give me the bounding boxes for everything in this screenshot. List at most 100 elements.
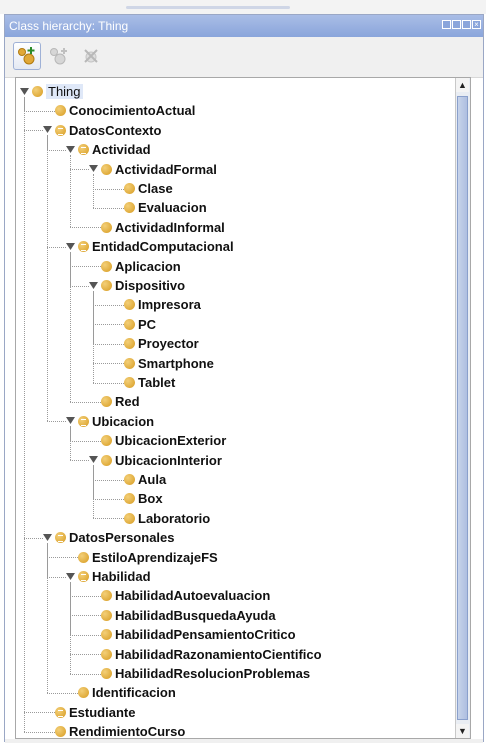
tree-connector	[70, 426, 71, 461]
scroll-down-icon[interactable]: ▼	[456, 724, 469, 738]
class-icon	[101, 221, 112, 233]
expand-toggle-icon[interactable]	[89, 456, 98, 464]
tree-node[interactable]: UbicacionExterior	[89, 431, 226, 450]
top-strip	[0, 0, 486, 14]
tree-node[interactable]: Clase	[112, 179, 173, 198]
defined-class-icon	[55, 124, 66, 136]
class-icon	[124, 377, 135, 388]
tree-node[interactable]: ConocimientoActual	[43, 101, 195, 120]
defined-class-icon	[78, 571, 89, 582]
tree-connector	[70, 251, 71, 402]
node-label: HabilidadResolucionProblemas	[115, 666, 311, 681]
expand-toggle-icon[interactable]	[66, 145, 75, 154]
tree-connector	[24, 130, 43, 132]
expand-toggle-icon[interactable]	[89, 165, 98, 173]
tree-node[interactable]: DatosContexto	[43, 121, 161, 140]
expand-toggle-icon[interactable]	[66, 242, 75, 251]
defined-class-icon	[55, 532, 66, 544]
tree-connector	[70, 169, 89, 171]
node-label: Estudiante	[69, 704, 136, 720]
tree-node[interactable]: HabilidadRazonamientoCientifico	[89, 645, 322, 664]
scrollbar-thumb[interactable]	[457, 96, 468, 720]
tree-node[interactable]: UbicacionInterior	[89, 451, 222, 470]
defined-class-icon	[78, 415, 89, 427]
class-icon	[101, 648, 112, 660]
expand-toggle-icon[interactable]	[66, 417, 75, 425]
tree-node[interactable]: Box	[112, 489, 163, 508]
tree-node[interactable]: Estudiante	[43, 703, 135, 722]
scroll-up-icon[interactable]: ▲	[456, 78, 469, 92]
tree-node[interactable]: HabilidadResolucionProblemas	[89, 664, 310, 683]
tree-node[interactable]: Habilidad	[66, 567, 151, 586]
tree-connector	[47, 246, 66, 248]
tree-node[interactable]: Thing	[20, 82, 83, 101]
node-label: HabilidadBusquedaAyuda	[115, 607, 276, 623]
node-label: DatosContexto	[69, 122, 162, 138]
class-icon	[124, 299, 135, 311]
tree-connector	[24, 96, 25, 732]
tree-connector	[93, 290, 94, 383]
tree-node[interactable]: EntidadComputacional	[66, 237, 234, 256]
bottom-strip	[5, 739, 483, 743]
tree-node[interactable]: Actividad	[66, 140, 151, 159]
tree-node[interactable]: PC	[112, 315, 156, 334]
tree-node[interactable]: Evaluacion	[112, 198, 207, 217]
panel-controls: ×	[442, 20, 481, 29]
class-tree[interactable]: ▲ ▼ Thing ConocimientoActual DatosContexto…	[15, 77, 471, 739]
tree-node[interactable]: HabilidadPensamientoCritico	[89, 625, 296, 644]
defined-class-icon	[55, 706, 66, 718]
close-icon[interactable]: ×	[472, 20, 481, 29]
tree-node[interactable]: EstiloAprendizajeFS	[66, 548, 218, 567]
node-label: UbicacionExterior	[115, 433, 227, 449]
tree-node[interactable]: RendimientoCurso	[43, 722, 185, 738]
tree-node[interactable]: HabilidadAutoevaluacion	[89, 586, 270, 605]
node-label: Red	[115, 394, 140, 410]
class-icon	[78, 551, 89, 563]
add-subclass-button[interactable]	[13, 42, 41, 70]
tree-node[interactable]: Red	[89, 392, 140, 411]
tree-node[interactable]: Smartphone	[112, 354, 214, 373]
node-label: Smartphone	[138, 355, 214, 371]
class-icon	[101, 163, 112, 175]
defined-class-icon	[78, 241, 89, 253]
expand-toggle-icon[interactable]	[66, 572, 75, 581]
node-label: ActividadInformal	[115, 219, 225, 235]
expand-toggle-icon[interactable]	[43, 533, 52, 542]
node-label: Ubicacion	[92, 413, 155, 429]
vertical-scrollbar[interactable]: ▲ ▼	[455, 78, 470, 738]
minimize-icon[interactable]	[452, 20, 461, 29]
node-label: ConocimientoActual	[69, 103, 196, 119]
tree-connector	[70, 285, 89, 287]
split-icon[interactable]	[442, 20, 451, 29]
delete-class-icon	[84, 49, 98, 63]
tree-node[interactable]: ActividadInformal	[89, 218, 225, 237]
tree-node[interactable]: Impresora	[112, 295, 201, 314]
tree-node[interactable]: HabilidadBusquedaAyuda	[89, 606, 276, 625]
add-sibling-button[interactable]	[45, 42, 73, 70]
panel-title: Class hierarchy: Thing	[9, 19, 129, 33]
tree-node[interactable]: ActividadFormal	[89, 160, 217, 179]
tree-node[interactable]: Laboratorio	[112, 509, 210, 528]
tree-node[interactable]: Tablet	[112, 373, 175, 392]
tree-node[interactable]: Proyector	[112, 334, 199, 353]
tree-connector	[70, 154, 71, 228]
class-icon	[101, 668, 112, 679]
class-icon	[124, 318, 135, 330]
tree-node[interactable]: DatosPersonales	[43, 528, 175, 547]
node-label: Dispositivo	[115, 278, 186, 293]
expand-toggle-icon[interactable]	[43, 126, 52, 134]
class-icon	[124, 357, 135, 369]
tree-node[interactable]: Aula	[112, 470, 166, 489]
delete-class-button[interactable]	[77, 42, 105, 70]
tree-node[interactable]: Dispositivo	[89, 276, 185, 295]
tree-node[interactable]: Ubicacion	[66, 412, 154, 431]
expand-toggle-icon[interactable]	[89, 281, 98, 290]
add-sibling-icon	[50, 48, 67, 65]
node-label: Laboratorio	[138, 510, 211, 526]
class-icon	[124, 493, 135, 505]
toolbar	[5, 37, 483, 78]
tree-node[interactable]: Aplicacion	[89, 257, 181, 276]
expand-toggle-icon[interactable]	[20, 87, 29, 96]
tree-node[interactable]: Identificacion	[66, 683, 176, 702]
maximize-icon[interactable]	[462, 20, 471, 29]
